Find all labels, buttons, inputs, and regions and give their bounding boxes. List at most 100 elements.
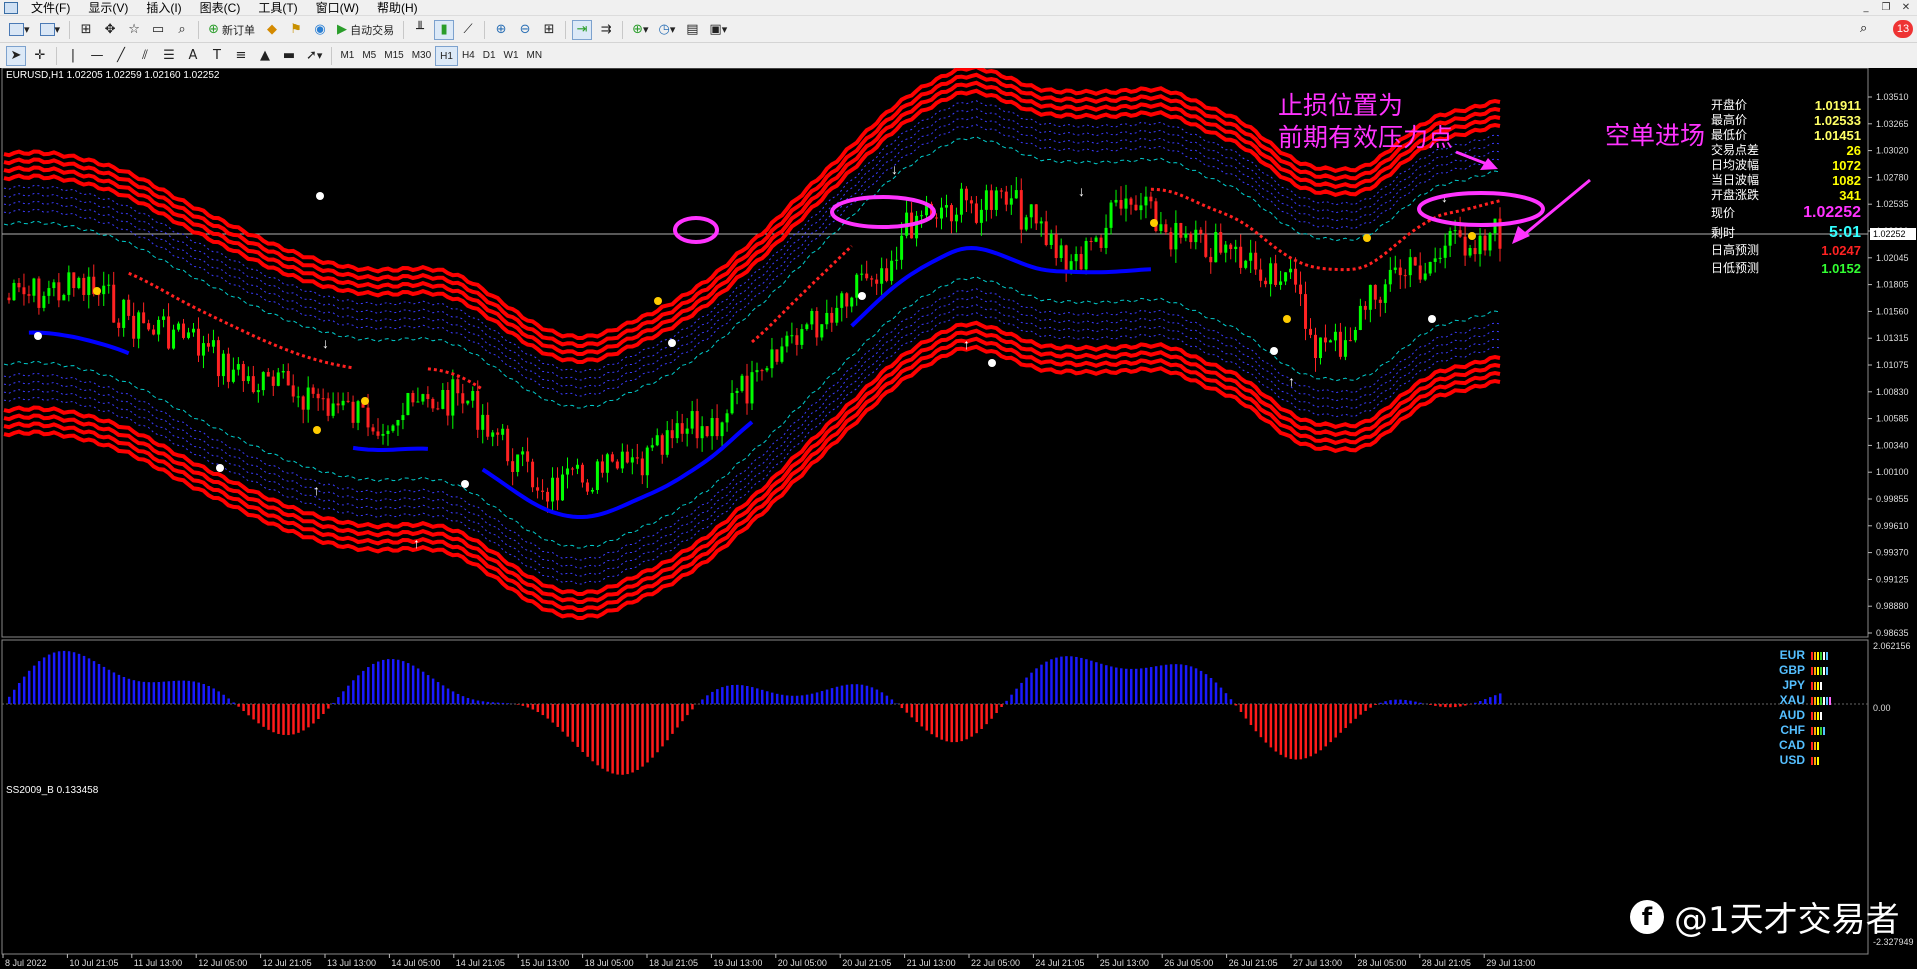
histogram-bar — [925, 704, 929, 731]
line-chart-button[interactable]: ⟋ — [458, 20, 478, 40]
screenshot-button[interactable]: ▣ ▾ — [706, 20, 730, 40]
chart-window[interactable]: ↓ ↓ ↓ ↓ ↑ ↑ ↑ ↑ 1.03510 1.03265 1.03020 1.02780 1.0… — [0, 68, 1917, 969]
periods-button[interactable]: ◷ ▾ — [656, 20, 679, 40]
signals-button[interactable]: ⚑ — [286, 20, 306, 40]
vertical-line-button[interactable]: | — [63, 46, 83, 66]
timeframe-h1[interactable]: H1 — [435, 45, 458, 66]
channel-button[interactable]: ⫽ — [135, 46, 155, 66]
vps-icon: ◉ — [314, 22, 326, 37]
search-icon[interactable]: ⌕ — [1860, 21, 1867, 36]
metaeditor-button[interactable]: ◆ — [262, 20, 282, 40]
timeframe-m5[interactable]: M5 — [358, 46, 380, 66]
auto-scroll-button[interactable]: ⇉ — [596, 20, 616, 40]
candle-body — [850, 297, 854, 307]
candle-body — [1059, 245, 1063, 259]
close-icon[interactable]: ✕ — [1898, 1, 1914, 15]
histogram-bar — [1154, 666, 1158, 704]
candle-body — [785, 335, 789, 347]
market-watch-button[interactable]: ⊞ — [76, 20, 96, 40]
histogram-bar — [995, 704, 998, 714]
indicators-button[interactable]: ⊕ ▾ — [629, 20, 651, 40]
text-label-button[interactable]: T — [207, 46, 227, 66]
new-order-button[interactable]: ⊕ 新订单 — [205, 20, 258, 40]
histogram-bar — [1384, 701, 1387, 704]
histogram-bar — [1264, 704, 1268, 743]
triangle-button[interactable]: ▲ — [255, 46, 275, 66]
candle-body — [506, 428, 510, 462]
minimize-icon[interactable]: _ — [1858, 1, 1874, 15]
menu-window[interactable]: 窗口(W) — [307, 0, 368, 16]
menu-view[interactable]: 显示(V) — [79, 0, 137, 16]
menu-insert[interactable]: 插入(I) — [137, 0, 190, 16]
zoom-out-button[interactable]: ⊖ — [515, 20, 535, 40]
toolbar-separator — [331, 46, 333, 65]
bar-chart-button[interactable]: ╨ — [410, 20, 430, 40]
menu-charts[interactable]: 图表(C) — [191, 0, 250, 16]
white-dot-marker — [668, 339, 676, 347]
arrows-button[interactable]: ➚ ▾ — [303, 46, 325, 66]
trendline-button[interactable]: ╱ — [111, 46, 131, 66]
histogram-bar — [616, 704, 619, 775]
new-chart-button[interactable]: ▾ — [6, 20, 33, 40]
candle-body — [1274, 263, 1278, 285]
candle-body — [196, 328, 200, 356]
candle-body — [615, 461, 619, 469]
candle-body — [835, 307, 839, 323]
terminal-button[interactable]: ▭ — [148, 20, 168, 40]
histogram-bar — [381, 659, 385, 704]
timeframe-mn[interactable]: MN — [523, 46, 547, 66]
histogram-bar — [431, 678, 435, 704]
histogram-bar — [1224, 693, 1228, 704]
market-watch-icon: ⊞ — [80, 22, 92, 37]
crosshair-button[interactable]: ✛ — [30, 46, 50, 66]
menu-tools[interactable]: 工具(T) — [249, 0, 306, 16]
histogram-bar — [1204, 674, 1208, 704]
menu-file[interactable]: 文件(F) — [22, 0, 79, 16]
price-chart[interactable]: ↓↓↓ ↓↑↑↑↑ 1.035101.032651.030201.027801.0… — [0, 68, 1917, 969]
candle-body — [1029, 204, 1033, 218]
candle-body — [137, 312, 141, 339]
rectangle-button[interactable]: ▬ — [279, 46, 299, 66]
horizontal-line-button[interactable]: — — [87, 46, 107, 66]
restore-icon[interactable]: ❐ — [1878, 1, 1894, 15]
vps-button[interactable]: ◉ — [310, 20, 330, 40]
yellow-dot-marker — [313, 426, 321, 434]
tester-button[interactable]: ⌕ — [172, 20, 192, 40]
timeframe-m1[interactable]: M1 — [336, 46, 358, 66]
candle-body — [251, 376, 255, 393]
highlight-ellipse-middle — [830, 195, 936, 229]
timeframe-h4[interactable]: H4 — [458, 46, 479, 66]
fibonacci-button[interactable]: ☰ — [159, 46, 179, 66]
data-window-button[interactable]: ✥ — [100, 20, 120, 40]
profiles-button[interactable]: ▾ — [37, 20, 64, 40]
candle-body — [291, 385, 295, 397]
zoom-in-button[interactable]: ⊕ — [491, 20, 511, 40]
auto-trading-button[interactable]: ▶ 自动交易 — [334, 20, 397, 40]
histogram-bar — [1015, 688, 1018, 704]
indicator-title: SS2009_B 0.133458 — [6, 785, 99, 796]
timeframe-m15[interactable]: M15 — [380, 46, 407, 66]
timeframe-m30[interactable]: M30 — [408, 46, 435, 66]
zoom-in-icon: ⊕ — [495, 22, 507, 37]
fibo-fan-button[interactable]: ≡ — [231, 46, 251, 66]
chart-shift-button[interactable]: ⇥ — [572, 19, 593, 40]
notification-badge[interactable]: 13 — [1893, 20, 1913, 38]
timeframe-d1[interactable]: D1 — [479, 46, 500, 66]
text-button[interactable]: A — [183, 46, 203, 66]
histogram-bar — [506, 703, 510, 704]
candlestick-button[interactable]: ▮ — [434, 19, 455, 40]
templates-button[interactable]: ▤ — [682, 20, 702, 40]
timeframe-w1[interactable]: W1 — [500, 46, 523, 66]
cursor-button[interactable]: ➤ — [6, 45, 26, 66]
time-label: 19 Jul 13:00 — [713, 958, 762, 968]
candle-body — [1448, 231, 1452, 246]
histogram-bar — [1409, 700, 1412, 704]
indicator-axis-label: 2.062156 — [1873, 641, 1911, 651]
tile-windows-button[interactable]: ⊞ — [539, 20, 559, 40]
histogram-bar — [142, 681, 146, 704]
candle-body — [969, 200, 973, 204]
strength-bar — [1814, 666, 1816, 675]
menu-help[interactable]: 帮助(H) — [368, 0, 427, 16]
navigator-button[interactable]: ☆ — [124, 20, 144, 40]
channel-icon: ⫽ — [142, 48, 148, 63]
